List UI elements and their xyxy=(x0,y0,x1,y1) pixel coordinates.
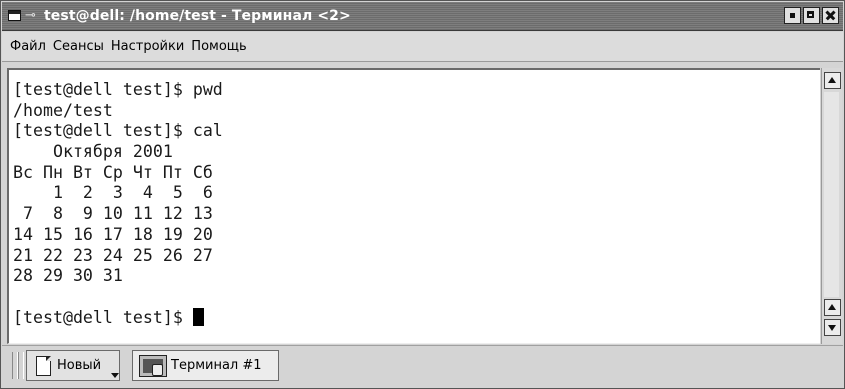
vertical-scrollbar[interactable] xyxy=(821,68,842,344)
terminal-line: 1 2 3 4 5 6 xyxy=(13,183,213,203)
terminal-output[interactable]: [test@dell test]$ pwd /home/test [test@d… xyxy=(7,68,820,344)
terminal-lines: [test@dell test]$ pwd /home/test [test@d… xyxy=(13,80,223,328)
terminal-prompt: [test@dell test]$ xyxy=(13,307,193,327)
menu-help[interactable]: Помощь xyxy=(191,38,246,56)
maximize-icon[interactable] xyxy=(803,7,820,24)
terminal-window: ⊸ test@dell: /home/test - Терминал <2> Ф… xyxy=(0,0,845,389)
pin-icon[interactable]: ⊸ xyxy=(25,8,36,24)
terminal-line: [test@dell test]$ pwd xyxy=(13,80,223,99)
text-cursor xyxy=(192,307,204,326)
terminal-line: 14 15 16 17 18 19 20 xyxy=(13,224,213,244)
arrow-up-icon xyxy=(828,77,836,83)
terminal-prompt-line[interactable]: [test@dell test]$ xyxy=(13,307,223,329)
new-session-label: Новый xyxy=(57,358,102,373)
new-session-icon xyxy=(36,355,51,376)
terminal-line: /home/test xyxy=(13,100,113,120)
window-controls xyxy=(784,7,839,24)
close-icon[interactable] xyxy=(822,7,839,24)
menu-settings[interactable]: Настройки xyxy=(111,38,184,56)
terminal-line: Вс Пн Вт Ср Чт Пт Сб xyxy=(13,162,213,182)
terminal-line: 7 8 9 10 11 12 13 xyxy=(13,204,213,224)
terminal-line: Октября 2001 xyxy=(13,142,173,162)
terminal-icon xyxy=(139,354,167,377)
menu-bar: Файл Сеансы Настройки Помощь xyxy=(2,32,843,62)
session-tab-label: Терминал #1 xyxy=(171,358,262,373)
window-menu-icon[interactable] xyxy=(8,10,21,21)
title-bar[interactable]: ⊸ test@dell: /home/test - Терминал <2> xyxy=(2,2,843,31)
session-tab-terminal-1[interactable]: Терминал #1 xyxy=(132,350,279,381)
arrow-down-icon xyxy=(828,325,836,331)
menu-sessions[interactable]: Сеансы xyxy=(53,38,104,56)
minimize-icon[interactable] xyxy=(784,7,801,24)
scroll-up-button-lower[interactable] xyxy=(824,299,841,316)
toolbar-grip[interactable] xyxy=(18,352,24,379)
session-tab-bar: Новый Терминал #1 xyxy=(2,345,843,385)
dropdown-arrow-icon xyxy=(111,373,119,378)
scroll-up-button[interactable] xyxy=(824,72,841,89)
scroll-track[interactable] xyxy=(824,92,839,297)
terminal-line: 28 29 30 31 xyxy=(13,266,123,286)
terminal-line: [test@dell test]$ cal xyxy=(13,121,223,141)
menu-file[interactable]: Файл xyxy=(10,38,46,56)
new-session-button[interactable]: Новый xyxy=(26,350,120,381)
window-title: test@dell: /home/test - Терминал <2> xyxy=(44,8,351,24)
terminal-line: 21 22 23 24 25 26 27 xyxy=(13,245,213,265)
arrow-up-icon xyxy=(828,304,836,310)
scroll-down-button[interactable] xyxy=(824,319,841,336)
